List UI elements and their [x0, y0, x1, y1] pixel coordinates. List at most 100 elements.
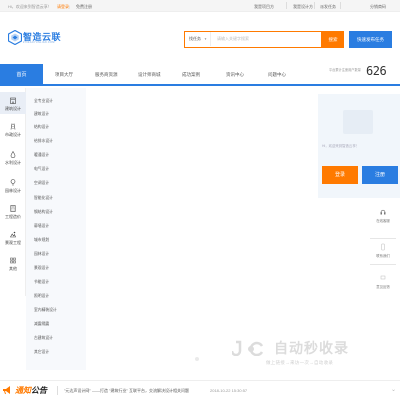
- submenu-item[interactable]: 古建筑设计: [34, 336, 53, 341]
- search-category-select[interactable]: 找任务 ▼: [185, 32, 211, 46]
- sidebar-item-label: 园林设计: [5, 188, 21, 193]
- submenu-item[interactable]: 给排水设计: [34, 139, 53, 144]
- logo-icon[interactable]: [8, 30, 22, 45]
- divider: [57, 386, 58, 395]
- sidebar-item-label: 市政设计: [5, 132, 21, 137]
- link-designer[interactable]: 我是设计方: [293, 4, 313, 10]
- chevron-down-icon: ▼: [204, 37, 207, 41]
- megaphone-icon: [3, 386, 10, 395]
- divider: [340, 2, 341, 9]
- watermark-subtitle: 做上链接→来访一次→自动收录: [266, 360, 334, 365]
- sidebar-item-municipal[interactable]: 市政设计: [0, 118, 26, 140]
- submenu-item[interactable]: 暖通设计: [34, 153, 49, 158]
- grid-icon: [10, 257, 16, 264]
- sidebar-item-cost[interactable]: 工程造价: [0, 200, 26, 222]
- sidebar-item-architecture[interactable]: 建筑设计: [0, 92, 26, 114]
- submenu-item[interactable]: 空调设计: [34, 181, 49, 186]
- announcement-date: 2018-10-22 15:30:57: [210, 388, 248, 393]
- watermark: 自动秒收录 做上链接→来访一次→自动收录: [232, 338, 382, 376]
- sidebar-item-landscape[interactable]: 景观工程: [0, 226, 26, 248]
- category-submenu: 全专业设计 建筑设计 结构设计 给排水设计 暖通设计 电气设计 空调设计 智能化…: [26, 88, 86, 370]
- quick-action-contact[interactable]: 联系我们: [370, 243, 396, 258]
- announcement-title: 通知公告: [15, 385, 47, 396]
- tree-icon: [10, 179, 16, 186]
- headset-icon: [380, 209, 386, 215]
- logo-subtitle: ZHIZAOYUNLIAN.COM: [23, 41, 55, 44]
- submenu-item[interactable]: 全专业设计: [34, 99, 53, 104]
- nav-project-hall[interactable]: 项目大厅: [55, 64, 73, 86]
- submenu-item[interactable]: 电气设计: [34, 167, 49, 172]
- quick-action-label: 在线客服: [376, 219, 390, 223]
- submenu-item[interactable]: 照明设计: [34, 294, 49, 299]
- sidebar-item-label: 水利设计: [5, 160, 21, 165]
- submenu-item[interactable]: 结构设计: [34, 125, 49, 130]
- publish-task-button[interactable]: 快速发布任务: [349, 31, 392, 48]
- sidebar-item-label: 其他: [9, 266, 17, 271]
- login-button[interactable]: 登录: [322, 166, 358, 184]
- search-box: 找任务 ▼ 请输入关键字搜索: [184, 31, 322, 48]
- submenu-item[interactable]: 景观设计: [34, 266, 49, 271]
- quick-action-feedback[interactable]: 意见反馈: [370, 274, 396, 289]
- nav-home[interactable]: 首页: [0, 64, 43, 86]
- feedback-icon: [380, 275, 386, 280]
- landscape-icon: [10, 231, 16, 238]
- announcement-title-a: 通知: [15, 386, 31, 395]
- greeting-text: Hi，欢迎来到智造云享！: [8, 3, 52, 9]
- link-distributor[interactable]: 分销商码: [370, 4, 386, 10]
- calculator-icon: [10, 205, 16, 212]
- announcement-bar: 通知公告 "元达声设计网" ——打造 "建筑行业" 互联平台，交流解决设计相关问…: [0, 380, 400, 400]
- water-icon: [10, 151, 16, 158]
- top-bar: Hi，欢迎来到智造云享！ 请登录 | 免费注册 我是项目方 我是设计方 派发任务…: [0, 0, 400, 12]
- search-category-label: 找任务: [189, 36, 201, 41]
- submenu-item[interactable]: 钢结构设计: [34, 210, 53, 215]
- category-sidebar: 建筑设计 市政设计 水利设计 园林设计 工程造价 景观工程 其他: [0, 88, 26, 296]
- user-count-value: 626: [366, 64, 387, 78]
- separator: |: [69, 3, 71, 9]
- divider: [286, 2, 287, 9]
- sidebar-item-other[interactable]: 其他: [0, 252, 26, 274]
- divider: [370, 264, 396, 265]
- watermark-logo-icon: [232, 340, 264, 356]
- divider: [370, 238, 396, 239]
- login-link[interactable]: 请登录: [57, 4, 69, 10]
- link-project-owner[interactable]: 我是项目方: [254, 4, 274, 10]
- phone-icon: [381, 243, 385, 251]
- submenu-item[interactable]: 其它设计: [34, 350, 49, 355]
- announcement-text[interactable]: "元达声设计网" ——打造 "建筑行业" 互联平台，交流解决设计相关问题: [64, 388, 189, 394]
- quick-action-service[interactable]: 在线客服: [370, 208, 396, 223]
- link-dispatch-task[interactable]: 派发任务: [320, 4, 336, 10]
- quick-action-label: 联系我们: [376, 254, 390, 258]
- nav-providers[interactable]: 服务商资源: [95, 64, 118, 86]
- quick-action-label: 意见反馈: [376, 285, 390, 289]
- road-icon: [10, 123, 16, 130]
- banner-carousel[interactable]: [86, 88, 318, 370]
- sidebar-item-water[interactable]: 水利设计: [0, 146, 26, 168]
- submenu-item[interactable]: 建筑设计: [34, 112, 49, 117]
- announcement-title-b: 公告: [31, 386, 47, 395]
- chevron-down-icon[interactable]: ⌄: [391, 386, 396, 393]
- submenu-item[interactable]: 节能设计: [34, 280, 49, 285]
- register-button[interactable]: 注册: [362, 166, 398, 184]
- nav-questions[interactable]: 问题中心: [268, 64, 286, 86]
- sidebar-item-garden[interactable]: 园林设计: [0, 174, 26, 196]
- search-button[interactable]: 搜索: [322, 31, 344, 48]
- divider: [314, 2, 315, 9]
- register-link[interactable]: 免费注册: [76, 4, 92, 10]
- avatar: [343, 110, 373, 134]
- nav-designer-mall[interactable]: 设计师商城: [138, 64, 161, 86]
- user-count-label: 平台累计注册用户数量: [329, 68, 361, 72]
- sidebar-item-label: 景观工程: [5, 240, 21, 245]
- nav-news[interactable]: 资讯中心: [226, 64, 244, 86]
- submenu-item[interactable]: 减震隔震: [34, 322, 49, 327]
- submenu-item[interactable]: 室内精装设计: [34, 308, 57, 313]
- submenu-item[interactable]: 园林设计: [34, 252, 49, 257]
- search-input[interactable]: 请输入关键字搜索: [217, 32, 249, 46]
- submenu-item[interactable]: 智能化设计: [34, 196, 53, 201]
- carousel-indicator[interactable]: [195, 357, 199, 361]
- nav-cases[interactable]: 成功案例: [182, 64, 200, 86]
- submenu-item[interactable]: 幕墙设计: [34, 224, 49, 229]
- sidebar-item-label: 建筑设计: [5, 106, 21, 111]
- submenu-item[interactable]: 城市规划: [34, 238, 49, 243]
- login-panel-greeting: Hi，欢迎来到智造云享！: [322, 144, 360, 148]
- building-icon: [10, 97, 16, 104]
